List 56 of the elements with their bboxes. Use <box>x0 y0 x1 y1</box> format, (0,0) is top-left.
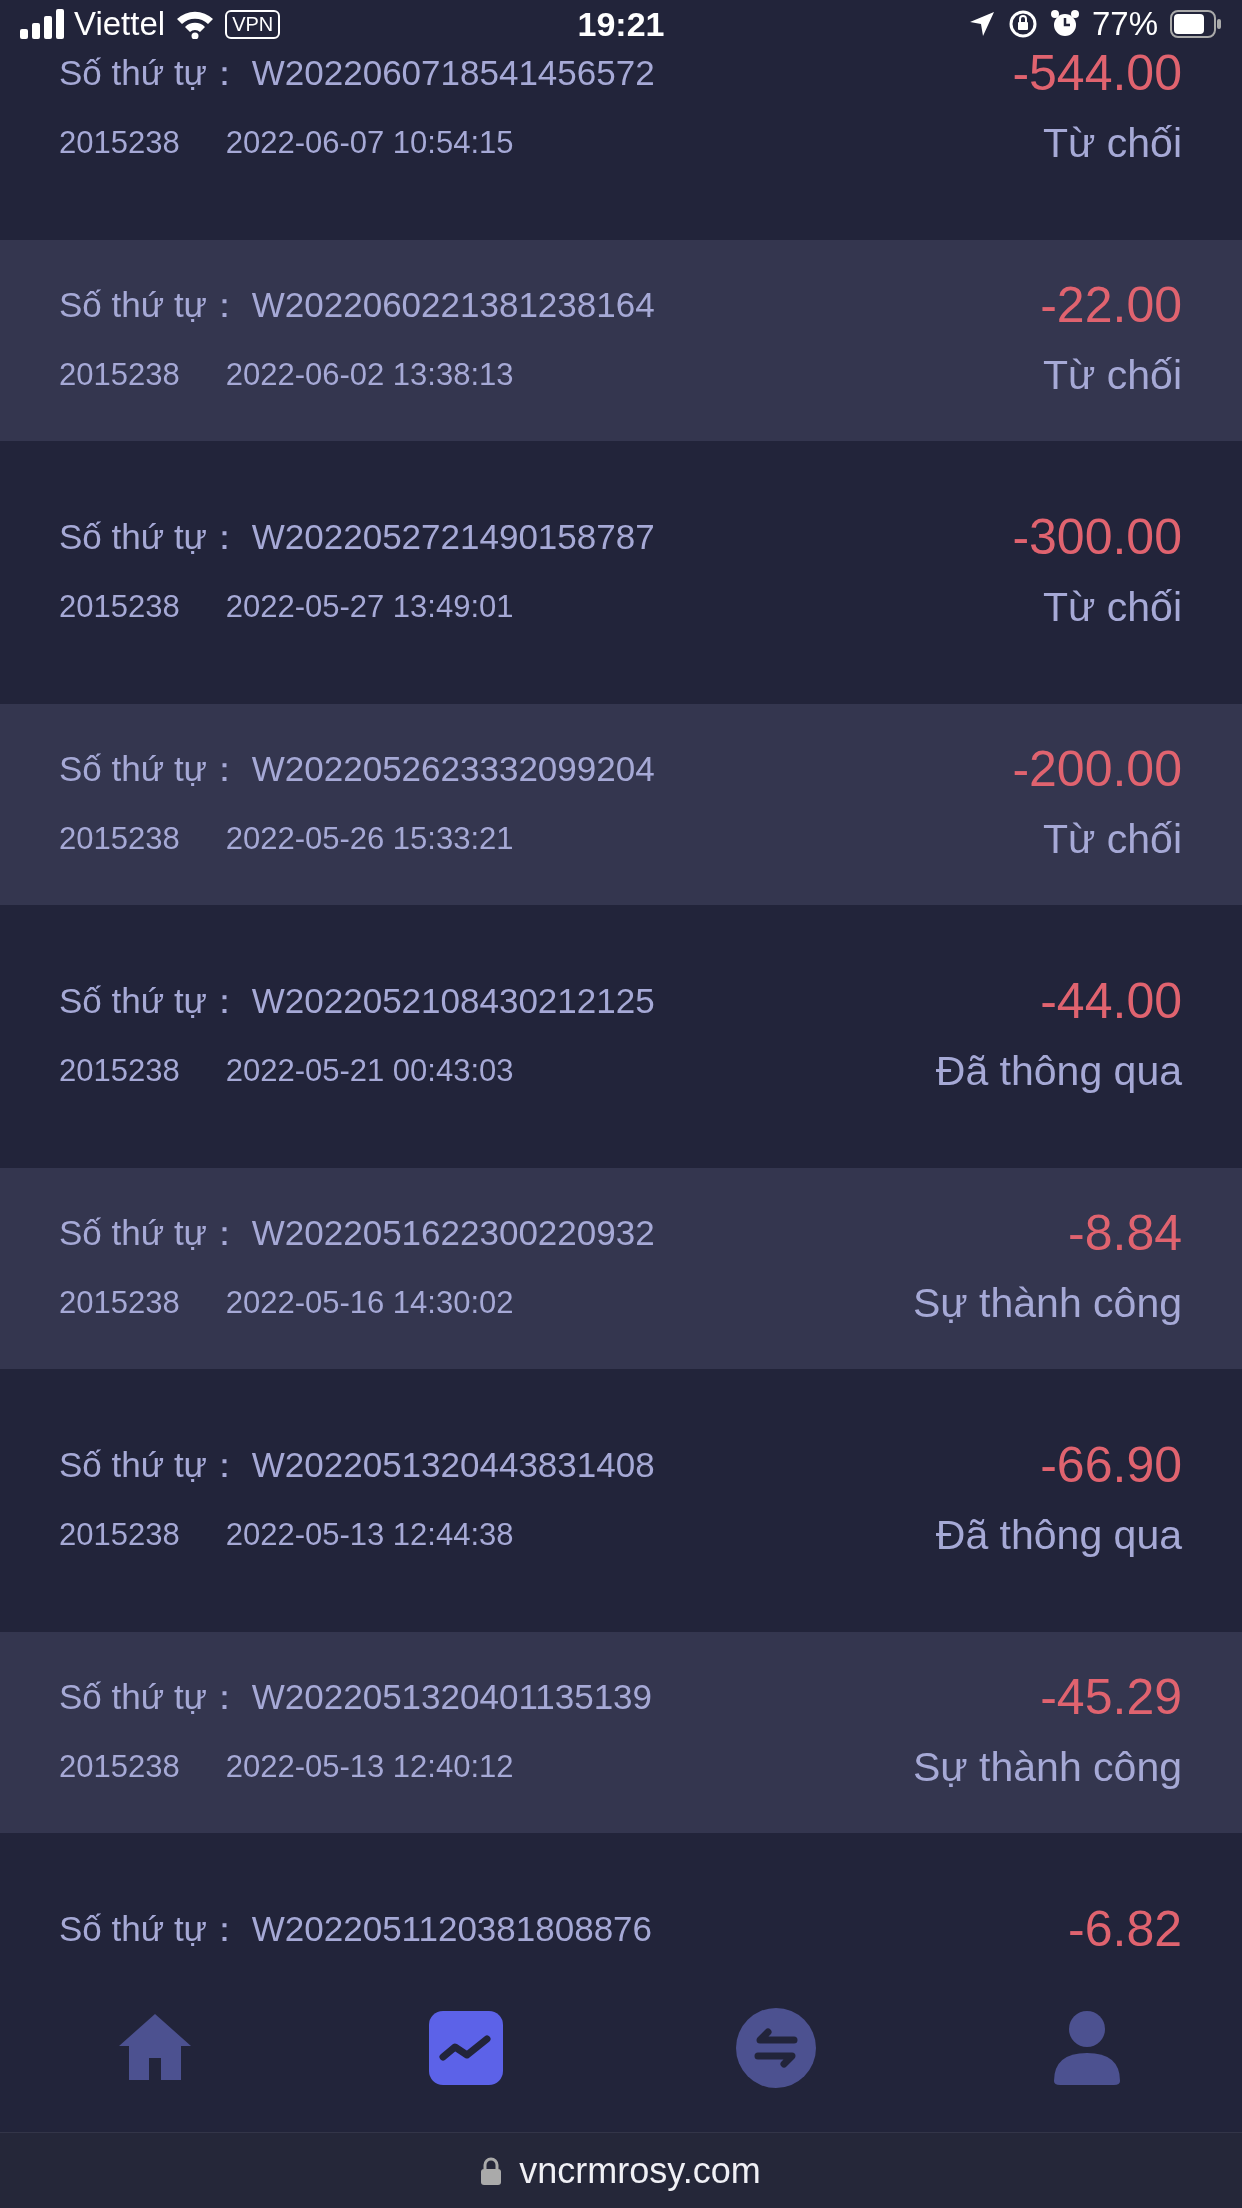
status-text: Sự thành công <box>912 1279 1182 1327</box>
wifi-icon <box>175 9 216 39</box>
amount: -45.29 <box>1040 1668 1182 1726</box>
amount: -66.90 <box>1040 1436 1182 1494</box>
carrier-name: Viettel <box>74 5 166 43</box>
datetime: 2022-05-26 15:33:21 <box>225 821 514 857</box>
alarm-icon <box>1049 9 1080 39</box>
battery-icon <box>1170 10 1222 38</box>
amount: -200.00 <box>1012 740 1182 798</box>
user-id: 2015238 <box>59 589 180 625</box>
amount: -8.84 <box>1068 1204 1182 1262</box>
status-text: Đã thông qua <box>935 1047 1182 1095</box>
clock-time: 19:21 <box>577 4 665 44</box>
user-id: 2015238 <box>59 1285 180 1321</box>
rotation-lock-icon <box>1007 9 1038 39</box>
order-number: Số thứ tự： W2022051320443831408 <box>59 1443 655 1486</box>
status-text: Sự thành công <box>912 1743 1182 1791</box>
user-id: 2015238 <box>59 1517 180 1553</box>
user-id: 2015238 <box>59 1749 180 1785</box>
status-text: Từ chối <box>1042 119 1182 167</box>
amount: -544.00 <box>1012 44 1182 102</box>
amount: -44.00 <box>1040 972 1182 1030</box>
datetime: 2022-05-16 14:30:02 <box>225 1285 514 1321</box>
order-number: Số thứ tự： W2022051320401135139 <box>59 1675 653 1718</box>
amount: -300.00 <box>1012 508 1182 566</box>
chart-icon[interactable] <box>428 2010 503 2085</box>
status-text: Đã thông qua <box>935 1511 1182 1559</box>
order-number: Số thứ tự： W2022052721490158787 <box>59 515 655 558</box>
status-text: Từ chối <box>1042 351 1182 399</box>
order-number: Số thứ tự： W2022052623332099204 <box>59 747 655 790</box>
user-id: 2015238 <box>59 357 180 393</box>
datetime: 2022-05-21 00:43:03 <box>225 1053 514 1089</box>
battery-percent: 77% <box>1091 5 1158 43</box>
order-number: Số thứ tự： W2022060221381238164 <box>59 283 655 326</box>
signal-icon <box>20 9 64 39</box>
datetime: 2022-05-13 12:44:38 <box>225 1517 514 1553</box>
order-number: Số thứ tự： W2022051622300220932 <box>59 1211 655 1254</box>
datetime: 2022-05-27 13:49:01 <box>225 589 514 625</box>
user-id: 2015238 <box>59 1053 180 1089</box>
lock-icon <box>481 2156 502 2185</box>
profile-icon[interactable] <box>1053 2010 1120 2085</box>
datetime: 2022-05-13 12:40:12 <box>225 1749 514 1785</box>
vpn-badge: VPN <box>225 9 281 39</box>
status-text: Từ chối <box>1042 583 1182 631</box>
datetime: 2022-06-07 10:54:15 <box>225 125 514 161</box>
order-number: Số thứ tự： W2022051120381808876 <box>59 1907 653 1950</box>
amount: -6.82 <box>1068 1900 1182 1958</box>
url-text[interactable]: vncrmrosy.com <box>519 2149 761 2192</box>
exchange-icon[interactable] <box>736 2007 817 2088</box>
user-id: 2015238 <box>59 125 180 161</box>
status-text: Từ chối <box>1042 815 1182 863</box>
user-id: 2015238 <box>59 821 180 857</box>
order-number: Số thứ tự： W2022052108430212125 <box>59 979 655 1022</box>
amount: -22.00 <box>1040 276 1182 334</box>
datetime: 2022-06-02 13:38:13 <box>225 357 514 393</box>
order-number: Số thứ tự： W2022060718541456572 <box>59 51 655 94</box>
